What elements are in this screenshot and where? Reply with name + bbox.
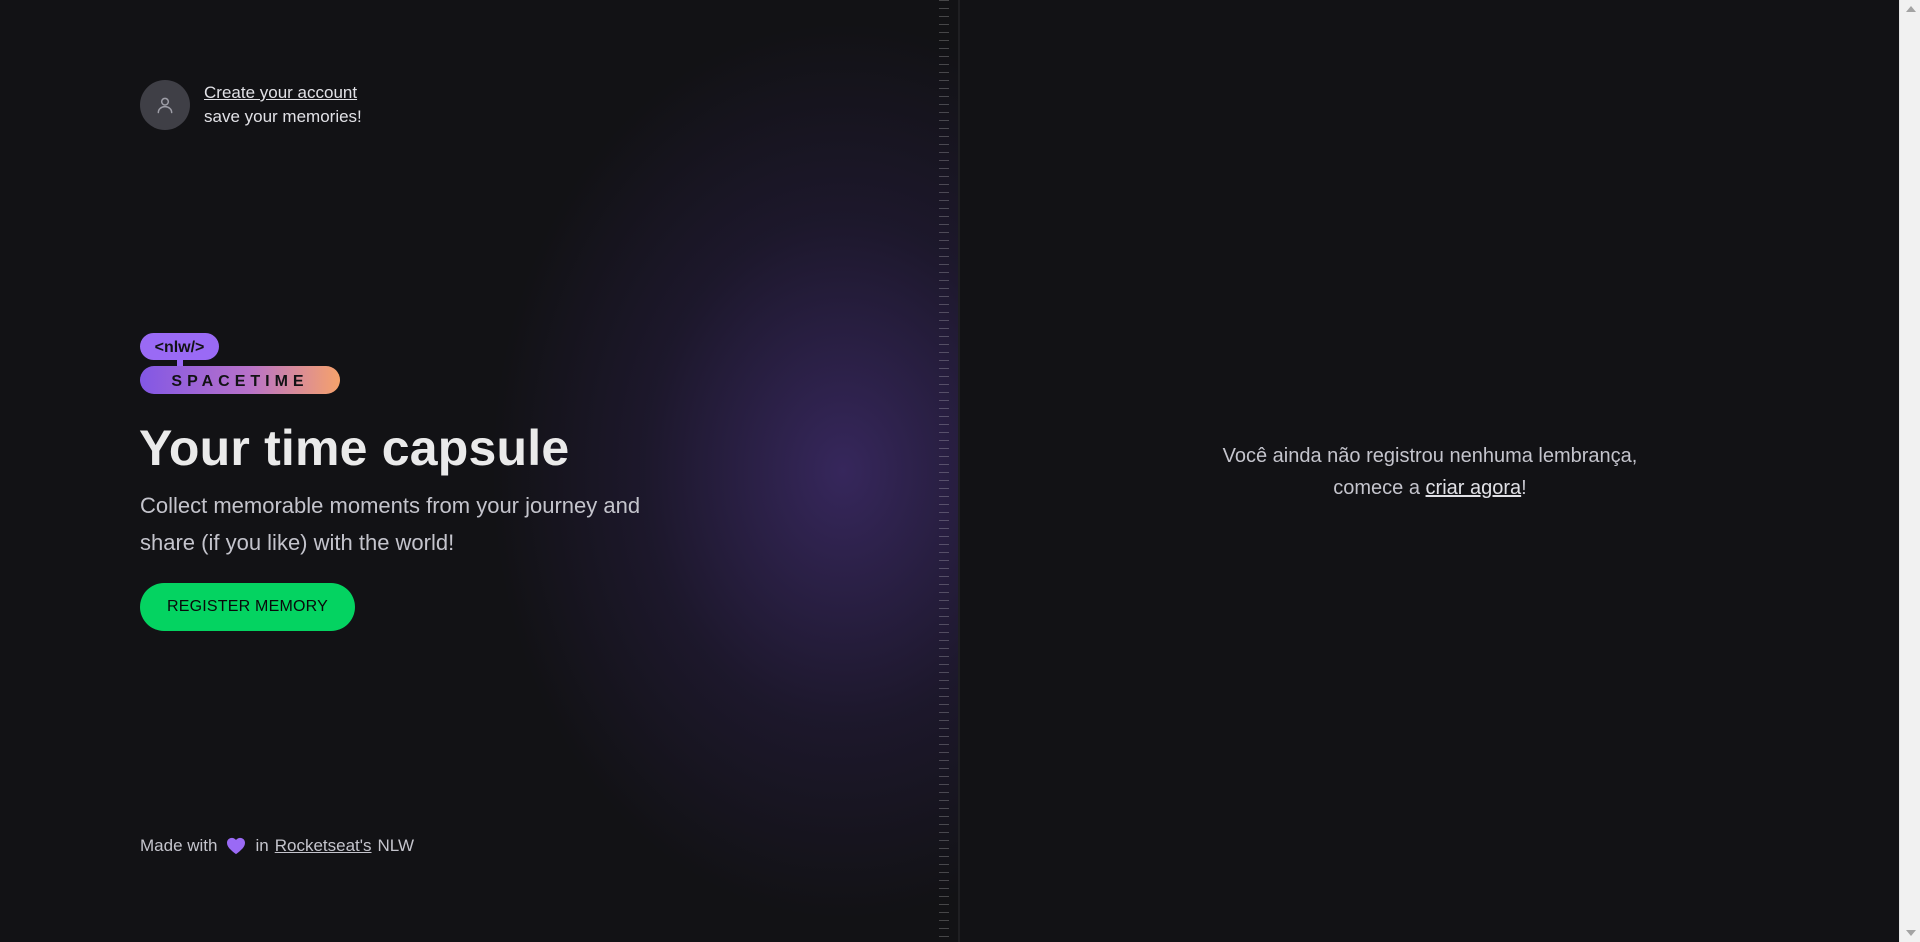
nlw-spacetime-logo: <nlw/> SPACETIME [140, 333, 340, 394]
user-icon [157, 97, 173, 114]
hero-description: Collect memorable moments from your jour… [140, 493, 641, 555]
scrollbar[interactable] [1899, 0, 1920, 942]
empty-state: Você ainda não registrou nenhuma lembran… [1170, 440, 1690, 504]
logo-wordmark: SPACETIME [171, 373, 308, 390]
page-title: Your time capsule [139, 420, 570, 476]
logo-tag-text: <nlw/> [155, 339, 205, 356]
empty-state-line2: comece a criar agora! [1170, 472, 1690, 504]
signin-link[interactable]: Create your account save your memories! [140, 80, 362, 130]
hero-panel: Create your account save your memories! … [0, 0, 958, 942]
footer-in: in [255, 836, 269, 855]
signin-subtitle: save your memories! [204, 107, 362, 126]
register-memory-button[interactable]: REGISTER MEMORY [140, 583, 355, 631]
footer: Made with in Rocketseat's NLW [140, 836, 414, 856]
rocketseat-link[interactable]: Rocketseat's [275, 836, 372, 856]
empty-state-line1: Você ainda não registrou nenhuma lembran… [1222, 445, 1638, 467]
scroll-down-arrow-icon[interactable] [1906, 930, 1916, 936]
empty-state-suffix: ! [1521, 477, 1527, 499]
panel-edge-stripes [939, 0, 949, 942]
avatar [140, 80, 190, 130]
footer-nlw: NLW [377, 836, 415, 855]
empty-state-prefix: comece a [1333, 477, 1420, 499]
footer-made-with: Made with [140, 836, 218, 855]
create-account-link[interactable]: Create your account [204, 81, 362, 105]
heart-icon [227, 837, 246, 855]
scroll-up-arrow-icon[interactable] [1906, 6, 1916, 12]
create-now-link[interactable]: criar agora [1426, 477, 1522, 499]
